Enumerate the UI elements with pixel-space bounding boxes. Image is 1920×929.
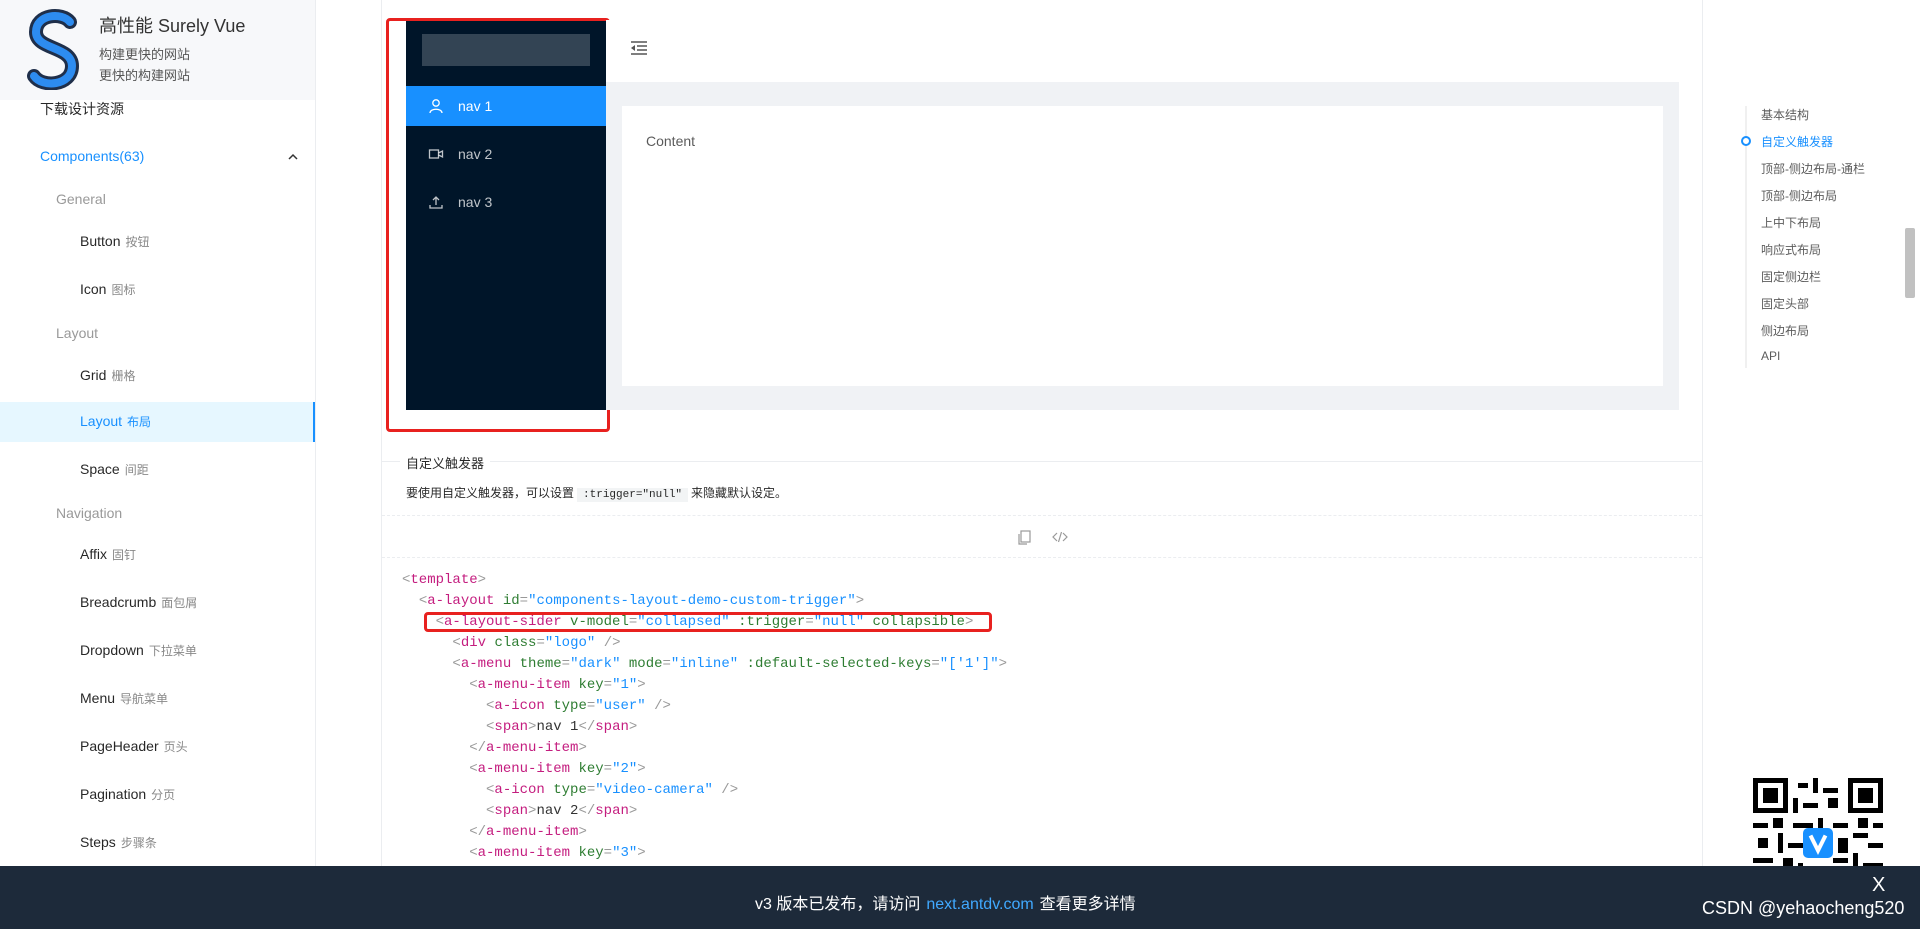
demo-description: 要使用自定义触发器，可以设置:trigger="null" 来隐藏默认设定。 [406, 484, 787, 502]
sidebar-item-label: Pagination [80, 786, 147, 802]
toc-item-active[interactable]: 自定义触发器 [1761, 133, 1833, 150]
banner-text: v3 版本已发布，请访问 next.antdv.com 查看更多详情 [755, 890, 1136, 914]
sidebar-item-dropdown[interactable]: Dropdown 下拉菜单 [0, 631, 315, 671]
sidebar-item-grid[interactable]: Grid 栅格 [0, 356, 315, 396]
left-sidebar: 高性能 Surely Vue 构建更快的网站 更快的构建网站 下载设计资源 Co… [0, 0, 316, 866]
banner-text-before: v3 版本已发布，请访问 [755, 896, 921, 913]
sidebar-item-label: Steps [80, 834, 116, 850]
sidebar-item-label: Layout [80, 413, 123, 429]
download-design-resources-link[interactable]: 下载设计资源 [40, 99, 124, 119]
sidebar-item-breadcrumb[interactable]: Breadcrumb 面包屑 [0, 583, 315, 623]
group-layout: Layout [56, 325, 99, 341]
sidebar-item-sub: 分页 [151, 788, 176, 802]
sidebar-item-sub: 按钮 [125, 235, 150, 249]
sidebar-item-sub: 栅格 [111, 369, 136, 383]
sidebar-item-layout[interactable]: Layout 布局 [0, 402, 315, 442]
sidebar-item-label: PageHeader [80, 738, 159, 754]
sidebar-item-space[interactable]: Space 间距 [0, 450, 315, 490]
chevron-up-icon[interactable] [288, 152, 298, 162]
sidebar-item-icon[interactable]: Icon 图标 [0, 270, 315, 310]
actions-divider-bottom [382, 557, 1702, 558]
copy-icon[interactable] [1017, 529, 1033, 545]
sidebar-item-label: Dropdown [80, 642, 144, 658]
sidebar-item-label: Grid [80, 367, 107, 383]
demo-content [622, 106, 1663, 386]
sidebar-item-steps[interactable]: Steps 步骤条 [0, 823, 315, 863]
sidebar-item-pageheader[interactable]: PageHeader 页头 [0, 727, 315, 767]
site-subtitle-2: 更快的构建网站 [99, 68, 191, 83]
scrollbar-thumb[interactable] [1905, 228, 1915, 298]
toc-item[interactable]: 基本结构 [1761, 106, 1809, 123]
toc-item[interactable]: 上中下布局 [1761, 214, 1821, 231]
sidebar-item-label: Affix [80, 546, 107, 562]
banner-link[interactable]: next.antdv.com [926, 896, 1033, 913]
toc-item[interactable]: 固定侧边栏 [1761, 268, 1821, 285]
menu-fold-icon[interactable] [630, 40, 648, 56]
sidebar-item-label: Space [80, 461, 120, 477]
sidebar-item-sub: 间距 [124, 463, 149, 477]
group-navigation: Navigation [56, 505, 123, 521]
toc-item[interactable]: 固定头部 [1761, 295, 1809, 312]
surely-logo-icon[interactable] [26, 8, 82, 90]
actions-divider-top [382, 515, 1702, 516]
demo-header [606, 20, 1679, 82]
sidebar-item-sub: 面包屑 [161, 596, 198, 610]
sidebar-item-affix[interactable]: Affix 固钉 [0, 535, 315, 575]
sidebar-item-sub: 布局 [127, 415, 152, 429]
sidebar-item-sub: 页头 [163, 740, 188, 754]
toc-item[interactable]: 响应式布局 [1761, 241, 1821, 258]
toc-item[interactable]: 顶部-侧边布局 [1761, 187, 1837, 204]
desc-text-after: 来隐藏默认设定。 [691, 486, 788, 500]
toc-item[interactable]: API [1761, 349, 1780, 363]
desc-code: :trigger="null" [577, 488, 689, 502]
close-icon[interactable]: X [1872, 874, 1885, 897]
site-title[interactable]: 高性能 Surely Vue [99, 12, 245, 38]
toc-item[interactable]: 顶部-侧边布局-通栏 [1761, 160, 1865, 177]
sidebar-item-sub: 固钉 [111, 548, 136, 562]
sidebar-item-sub: 步骤条 [120, 836, 157, 850]
sidebar-item-label: Breadcrumb [80, 594, 157, 610]
desc-text: 要使用自定义触发器，可以设置 [406, 486, 575, 500]
demo-title[interactable]: 自定义触发器 [400, 453, 491, 472]
sidebar-item-button[interactable]: Button 按钮 [0, 222, 315, 262]
group-general: General [56, 191, 106, 207]
sidebar-item-label: Icon [80, 281, 107, 297]
sidebar-item-menu[interactable]: Menu 导航菜单 [0, 679, 315, 719]
toc-item[interactable]: 侧边布局 [1761, 322, 1809, 339]
toc-active-dot [1741, 136, 1751, 146]
sidebar-item-label: Button [80, 233, 121, 249]
components-menu-header[interactable]: Components(63) [40, 148, 144, 164]
sidebar-item-sub: 下拉菜单 [148, 644, 197, 658]
sidebar-item-pagination[interactable]: Pagination 分页 [0, 775, 315, 815]
highlight-box-code [424, 612, 992, 632]
code-expand-icon[interactable] [1052, 529, 1068, 545]
sidebar-item-label: Menu [80, 690, 116, 706]
sidebar-item-sub: 导航菜单 [120, 692, 169, 706]
banner-text-after: 查看更多详情 [1039, 896, 1136, 913]
sidebar-item-sub: 图标 [111, 283, 136, 297]
content-text: Content [646, 133, 696, 149]
site-subtitle-1: 构建更快的网站 [99, 47, 191, 62]
highlight-box-sider [386, 18, 610, 432]
csdn-watermark: CSDN @yehaocheng520 [1702, 898, 1905, 918]
demo-divider [382, 461, 1702, 462]
